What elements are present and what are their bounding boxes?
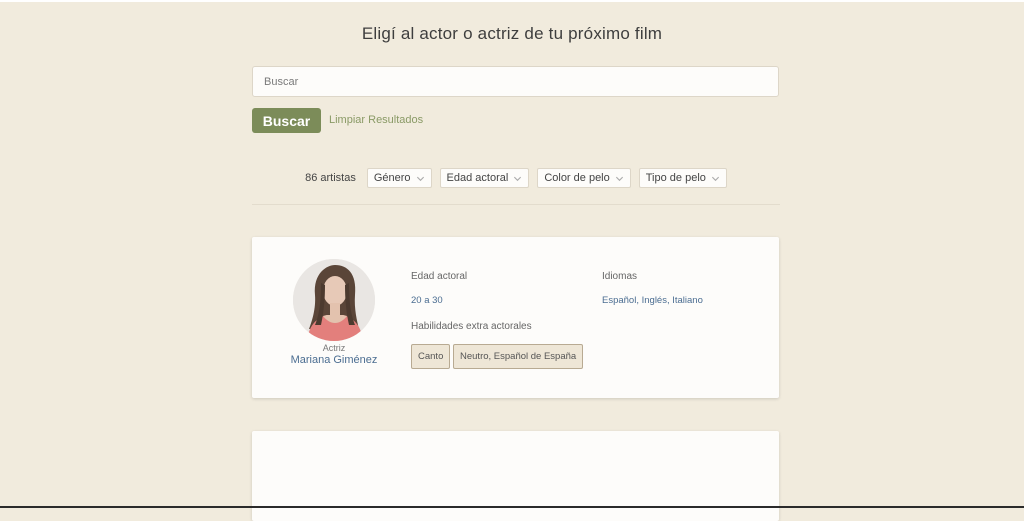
age-label: Edad actoral [411,271,468,282]
page-title: Eligí al actor o actriz de tu próximo fi… [361,24,663,43]
skills-label: Habilidades extra actorales [411,321,532,332]
artist-name[interactable]: Mariana Giménez [252,354,416,366]
filter-label: Edad actoral [446,172,509,184]
top-border [0,0,1024,2]
artist-card[interactable]: Actriz Mariana Giménez Edad actoral 20 a… [252,237,779,398]
filter-genero[interactable]: Género [366,168,432,188]
filter-tipo-de-pelo[interactable]: Tipo de pelo [638,168,727,188]
filter-color-de-pelo[interactable]: Color de pelo [537,168,631,188]
divider [252,204,780,205]
artist-role: Actriz [322,343,346,353]
search-input[interactable] [252,66,779,97]
search-button[interactable]: Buscar [252,108,321,133]
age-value: 20 a 30 [411,295,443,306]
languages-value: Español, Inglés, Italiano [602,295,703,306]
languages-label: Idiomas [602,271,638,282]
chevron-down-icon [416,176,424,181]
filter-label: Tipo de pelo [645,172,706,184]
filter-bar: 86 artistas Género Edad actoral Color de… [252,167,780,189]
filter-edad-actoral[interactable]: Edad actoral [439,168,530,188]
avatar[interactable] [293,259,375,341]
filter-label: Género [373,172,411,184]
actor-photo [293,259,375,341]
chevron-down-icon [514,176,522,181]
chevron-down-icon [711,176,719,181]
skill-tag: Canto [411,344,451,369]
clear-results-link[interactable]: Limpiar Resultados [329,114,423,126]
skill-tag: Neutro, Español de España [453,344,584,369]
artist-count: 86 artistas [305,172,356,184]
filter-label: Color de pelo [544,172,610,184]
chevron-down-icon [615,176,623,181]
